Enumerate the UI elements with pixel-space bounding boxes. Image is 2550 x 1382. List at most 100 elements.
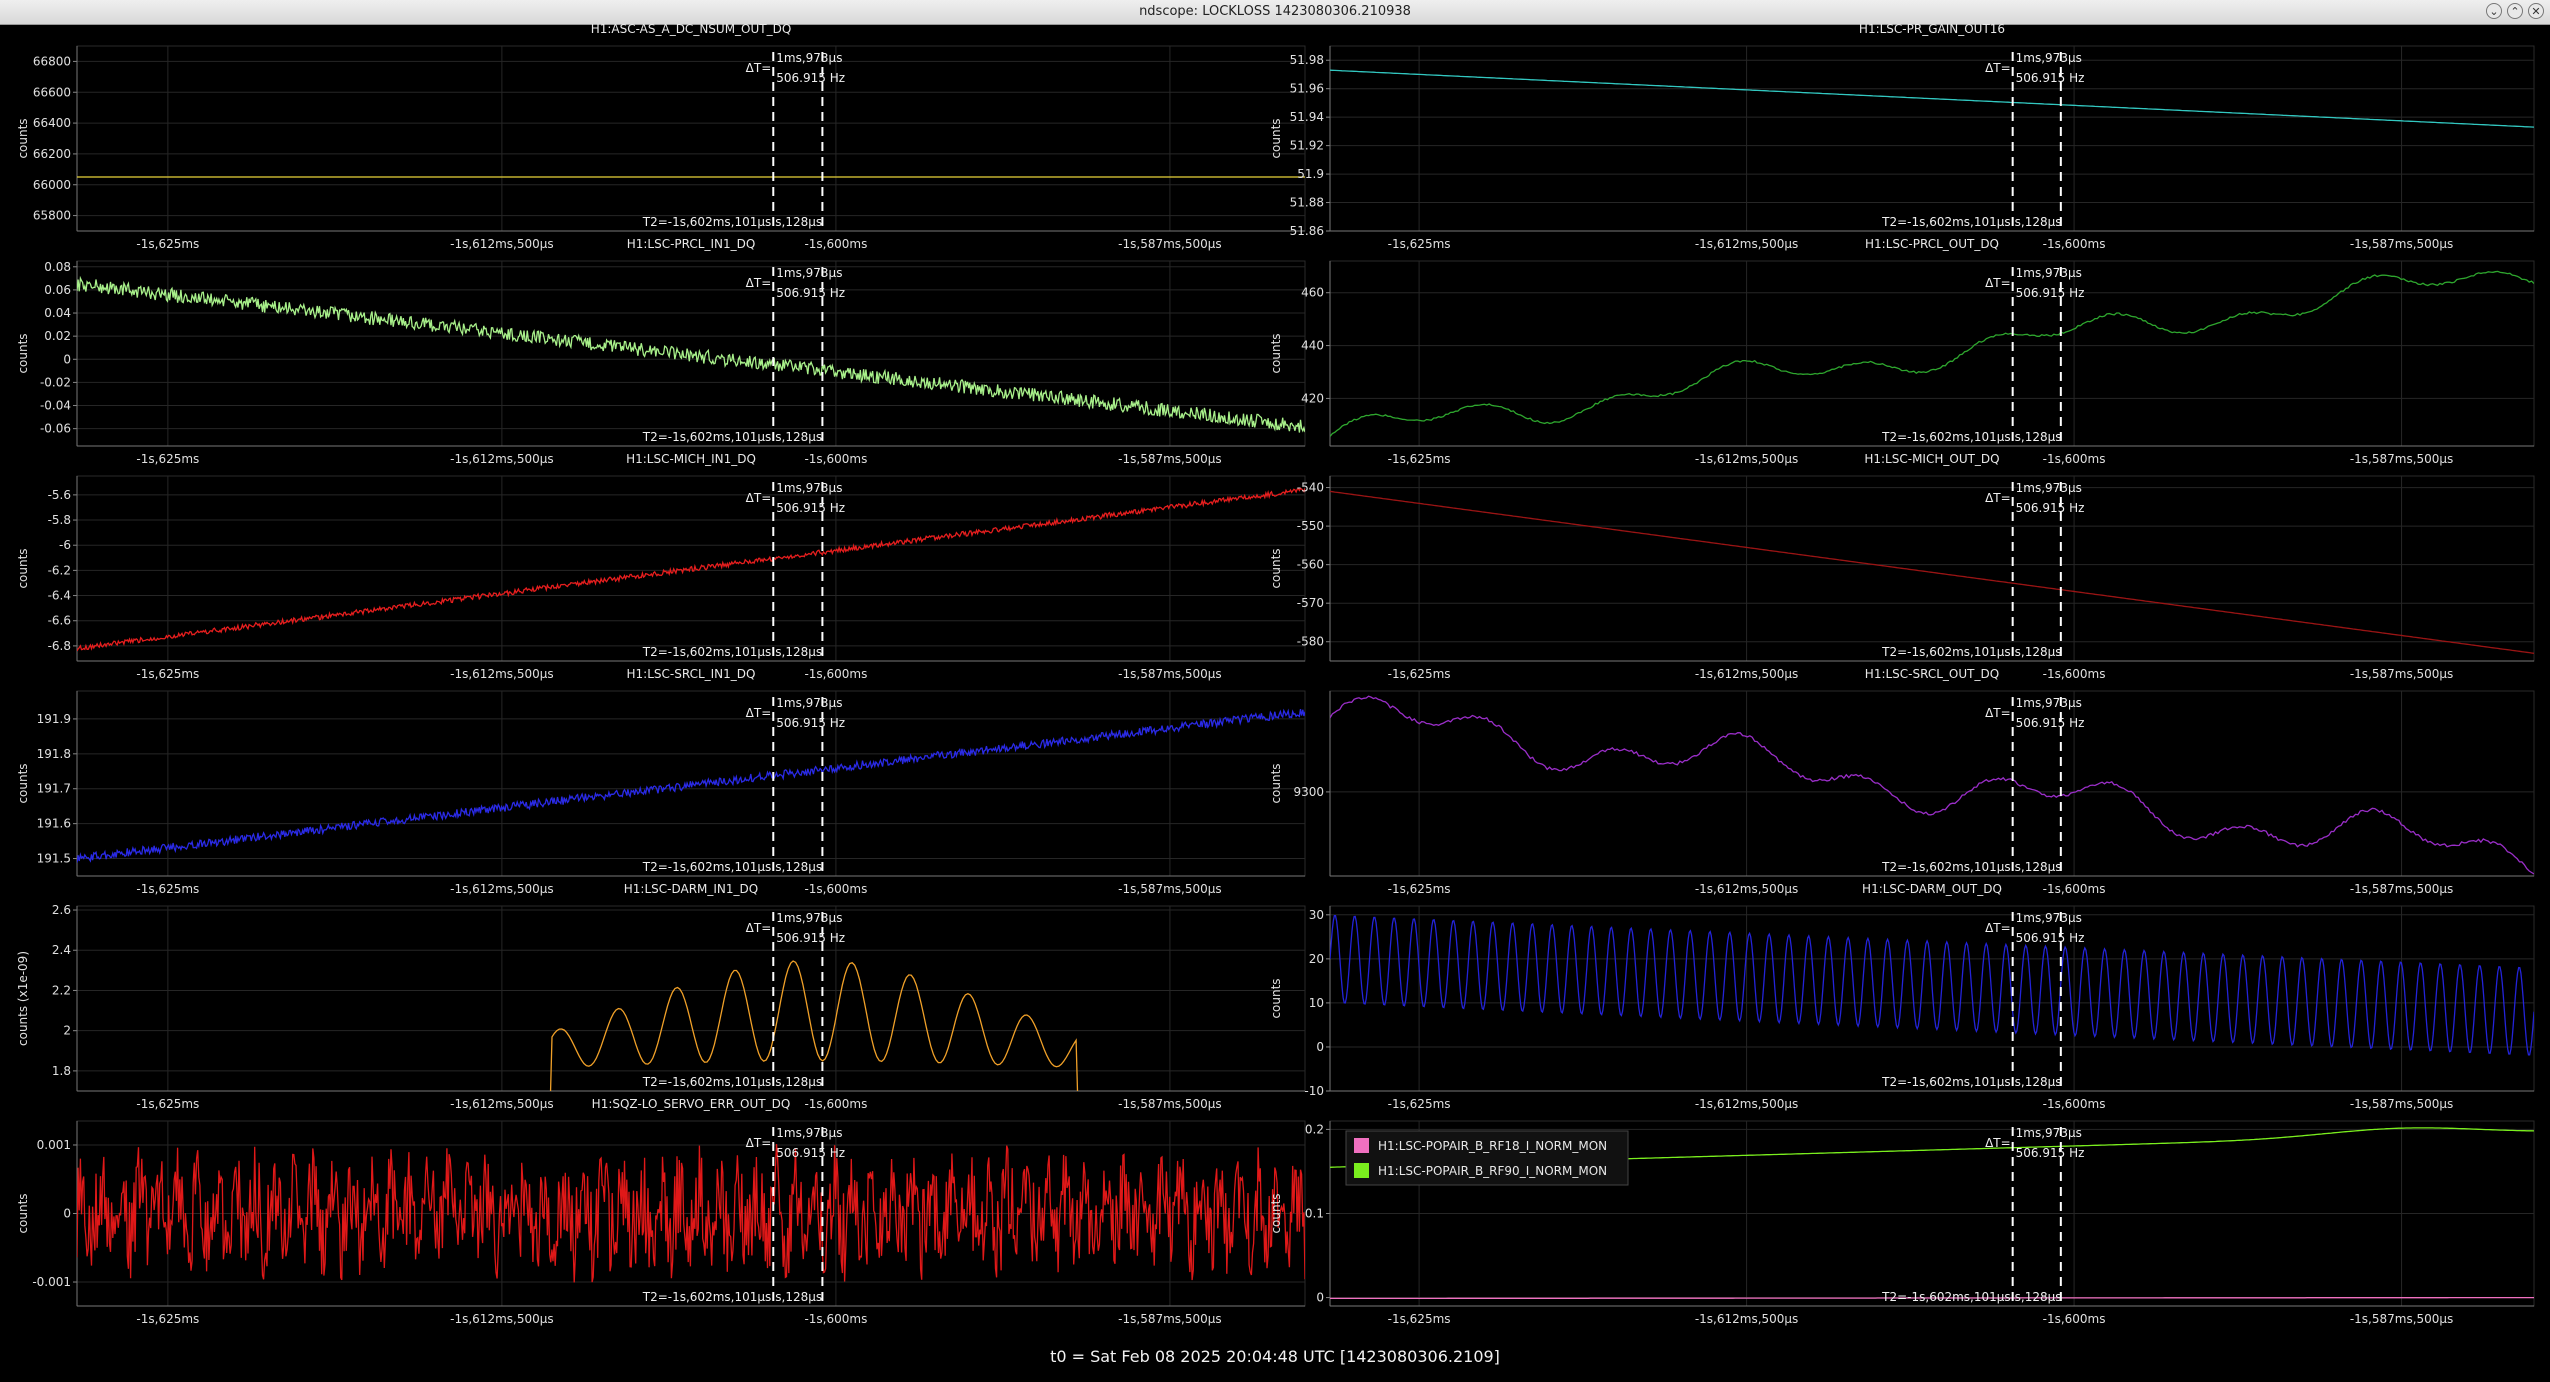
close-button[interactable]: ✕	[2528, 3, 2544, 19]
plot-title: H1:LSC-PR_GAIN_OUT16	[1859, 24, 2005, 36]
legend-swatch[interactable]	[1354, 1163, 1369, 1178]
delta-t-label: ΔT=	[746, 61, 772, 75]
plot-2-area[interactable]	[1329, 45, 2535, 232]
delta-t-value: 1ms,973μs	[776, 51, 842, 65]
x-tick-label: -1s,587ms,500μs	[2350, 667, 2453, 681]
t1-label: s,128μs	[2015, 430, 2062, 444]
y-tick-label: -580	[1297, 635, 1324, 649]
x-tick-label: -1s,600ms	[804, 1312, 867, 1326]
window-titlebar: ndscope: LOCKLOSS 1423080306.210938 ⌄ ⌃ …	[0, 0, 2550, 25]
plot-9-area[interactable]	[76, 905, 1306, 1092]
x-tick-label: -1s,587ms,500μs	[1118, 667, 1221, 681]
series-line	[1330, 490, 2534, 654]
x-tick-label: -1s,587ms,500μs	[2350, 452, 2453, 466]
x-tick-label: -1s,612ms,500μs	[1695, 237, 1798, 251]
y-tick-label: -560	[1297, 558, 1324, 572]
series-line	[1330, 915, 2534, 1056]
delta-freq-value: 506.915 Hz	[2016, 71, 2085, 85]
delta-t-label: ΔT=	[746, 706, 772, 720]
plot-3-area[interactable]	[76, 260, 1306, 447]
maximize-button[interactable]: ⌃	[2507, 3, 2523, 19]
y-tick-label: -570	[1297, 596, 1324, 610]
x-tick-label: -1s,625ms	[136, 882, 199, 896]
x-tick-label: -1s,600ms	[2043, 882, 2106, 896]
legend-entry[interactable]: H1:LSC-POPAIR_B_RF90_I_NORM_MON	[1378, 1164, 1607, 1178]
delta-t-value: 1ms,973μs	[2016, 266, 2082, 280]
x-tick-label: -1s,612ms,500μs	[450, 1312, 553, 1326]
y-tick-label: -6.8	[48, 639, 71, 653]
delta-t-value: 1ms,973μs	[2016, 1126, 2082, 1140]
y-tick-label: -6.4	[48, 589, 71, 603]
x-tick-label: -1s,587ms,500μs	[1118, 237, 1221, 251]
delta-t-label: ΔT=	[746, 276, 772, 290]
plot-8-area[interactable]	[1329, 690, 2535, 877]
delta-t-value: 1ms,973μs	[2016, 481, 2082, 495]
x-tick-label: -1s,625ms	[1388, 667, 1451, 681]
delta-freq-value: 506.915 Hz	[776, 501, 845, 515]
y-tick-label: 10	[1309, 996, 1324, 1010]
t1-label: s,128μs	[2015, 215, 2062, 229]
y-axis-label: counts	[1269, 548, 1283, 588]
y-tick-label: 191.7	[37, 782, 71, 796]
plot-grid[interactable]: H1:ASC-AS_A_DC_NSUM_OUT_DQcounts 66800 666…	[0, 24, 2550, 1347]
x-tick-label: -1s,587ms,500μs	[1118, 1097, 1221, 1111]
x-tick-label: -1s,625ms	[1388, 1312, 1451, 1326]
y-tick-label: 0.04	[44, 306, 71, 320]
x-tick-label: -1s,600ms	[804, 452, 867, 466]
y-tick-label: 66600	[33, 85, 71, 99]
y-tick-label: 20	[1309, 952, 1324, 966]
t1-label: s,128μs	[775, 860, 822, 874]
plot-1-area[interactable]	[76, 45, 1306, 232]
y-tick-label: 51.9	[1297, 167, 1324, 181]
plot-title: H1:ASC-AS_A_DC_NSUM_OUT_DQ	[591, 24, 792, 36]
y-tick-label: 0	[1316, 1040, 1324, 1054]
delta-t-value: 1ms,973μs	[776, 481, 842, 495]
y-tick-label: 191.9	[37, 712, 71, 726]
t2-label: T2=-1s,602ms,101μs	[1881, 1075, 2011, 1089]
series-line	[77, 708, 1305, 863]
plot-4-area[interactable]	[1329, 260, 2535, 447]
y-tick-label: 0	[63, 352, 71, 366]
x-tick-label: -1s,587ms,500μs	[2350, 1312, 2453, 1326]
delta-t-value: 1ms,973μs	[2016, 696, 2082, 710]
plot-title: H1:LSC-MICH_OUT_DQ	[1864, 452, 1999, 466]
y-axis-label: counts	[16, 763, 30, 803]
x-tick-label: -1s,600ms	[2043, 1312, 2106, 1326]
y-tick-label: -0.001	[32, 1275, 71, 1289]
plot-6-area[interactable]	[1329, 475, 2535, 662]
legend-swatch[interactable]	[1354, 1138, 1369, 1153]
delta-t-label: ΔT=	[1985, 1136, 2011, 1150]
plot-title: H1:SQZ-LO_SERVO_ERR_OUT_DQ	[592, 1097, 791, 1111]
y-tick-label: 2.6	[52, 903, 71, 917]
y-tick-label: 2	[63, 1024, 71, 1038]
x-tick-label: -1s,625ms	[136, 667, 199, 681]
delta-freq-value: 506.915 Hz	[2016, 716, 2085, 730]
y-tick-label: 2.4	[52, 943, 71, 957]
y-tick-label: -6	[59, 538, 71, 552]
y-tick-label: 0.02	[44, 329, 71, 343]
delta-freq-value: 506.915 Hz	[776, 286, 845, 300]
plot-5-area[interactable]	[76, 475, 1306, 662]
t1-label: s,128μs	[775, 430, 822, 444]
y-tick-label: 440	[1301, 339, 1324, 353]
x-tick-label: -1s,587ms,500μs	[2350, 1097, 2453, 1111]
y-axis-label: counts	[16, 118, 30, 158]
plot-title: H1:LSC-PRCL_OUT_DQ	[1865, 237, 1999, 251]
x-tick-label: -1s,612ms,500μs	[450, 667, 553, 681]
legend-entry[interactable]: H1:LSC-POPAIR_B_RF18_I_NORM_MON	[1378, 1139, 1607, 1153]
x-tick-label: -1s,600ms	[804, 882, 867, 896]
x-tick-label: -1s,587ms,500μs	[1118, 1312, 1221, 1326]
series-line	[1330, 69, 2534, 128]
t1-label: s,128μs	[2015, 1290, 2062, 1304]
minimize-button[interactable]: ⌄	[2486, 3, 2502, 19]
series-line	[1330, 270, 2534, 437]
y-axis-label: counts	[1269, 333, 1283, 373]
t2-label: T2=-1s,602ms,101μs	[642, 1290, 772, 1304]
x-tick-label: -1s,600ms	[804, 237, 867, 251]
delta-t-label: ΔT=	[1985, 921, 2011, 935]
plot-title: H1:LSC-SRCL_OUT_DQ	[1865, 667, 1999, 681]
y-tick-label: 51.94	[1290, 110, 1324, 124]
t2-label: T2=-1s,602ms,101μs	[1881, 1290, 2011, 1304]
x-tick-label: -1s,625ms	[136, 1312, 199, 1326]
x-tick-label: -1s,625ms	[1388, 882, 1451, 896]
